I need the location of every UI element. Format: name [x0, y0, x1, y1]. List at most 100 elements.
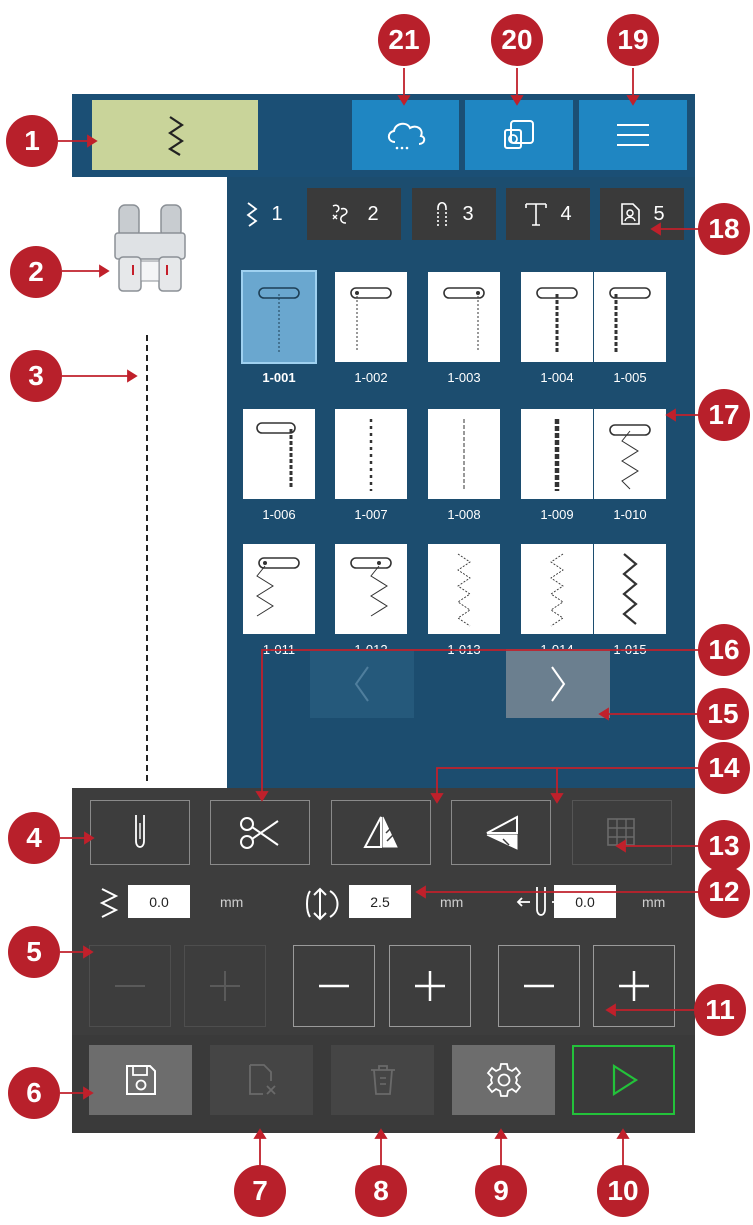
stitch-label: 1-002: [354, 370, 388, 385]
next-page-button[interactable]: [506, 649, 610, 718]
tab-5[interactable]: 5: [600, 188, 684, 240]
tab-1[interactable]: 1: [227, 188, 301, 240]
personal-stitch-icon: [621, 203, 641, 225]
width-decrease-button[interactable]: [89, 945, 171, 1027]
cloud-button[interactable]: [352, 100, 459, 170]
play-icon: [612, 1063, 638, 1097]
stitch-length-icon: [306, 887, 339, 921]
minus-icon: [524, 984, 554, 988]
stitch-pattern-icon: [536, 287, 578, 352]
top-bar: [72, 94, 695, 177]
floppy-disk-icon: [125, 1065, 156, 1095]
stitch-item-1-014[interactable]: [521, 544, 593, 634]
stitch-pattern-icon: [256, 422, 296, 489]
tab-2[interactable]: 2: [307, 188, 401, 240]
stitch-pattern-icon: [443, 287, 485, 352]
overlap-squares-icon: [504, 120, 534, 149]
quickhelp-button[interactable]: [465, 100, 573, 170]
position-increase-button[interactable]: [593, 945, 675, 1027]
length-increase-button[interactable]: [389, 945, 471, 1027]
menu-button[interactable]: [579, 100, 687, 170]
length-decrease-button[interactable]: [293, 945, 375, 1027]
stitch-selection-panel: 1 2 3 4 5 1-001 1-002 1-003 1-004 1-005 1-006…: [227, 177, 695, 788]
save-button[interactable]: [89, 1045, 192, 1115]
minus-icon: [319, 984, 349, 988]
stitch-pattern-icon: [622, 553, 638, 625]
stitch-controls: 0.0 mm 2.5 mm 0.0 mm: [72, 788, 695, 933]
stitch-item-1-008[interactable]: [428, 409, 500, 499]
grid-positioning-icon: [607, 817, 635, 846]
stitch-item-1-002[interactable]: [335, 272, 407, 362]
buttonhole-icon: [437, 201, 448, 226]
previous-page-button[interactable]: [310, 649, 414, 718]
chevron-left-icon: [354, 665, 369, 702]
clear-file-button[interactable]: [210, 1045, 313, 1115]
stitch-pattern-icon: [256, 557, 300, 617]
stitch-item-1-013[interactable]: [428, 544, 500, 634]
stitch-item-1-015[interactable]: [594, 544, 666, 634]
callout-12: 12: [698, 866, 750, 918]
stitch-item-1-007[interactable]: [335, 409, 407, 499]
stitch-pattern-icon: [369, 419, 373, 491]
stitch-label: 1-001: [262, 370, 296, 385]
stitch-positioning-button[interactable]: [572, 800, 672, 865]
stitch-item-1-010[interactable]: [594, 409, 666, 499]
minus-icon: [115, 985, 145, 987]
callout-5: 5: [8, 926, 60, 978]
callout-21: 21: [378, 14, 430, 66]
tab-label: 1: [271, 202, 283, 225]
mirror-side-icon: [363, 816, 398, 848]
stitch-item-1-005[interactable]: [594, 272, 666, 362]
stitch-pattern-icon: [350, 287, 392, 352]
thread-cut-button[interactable]: [210, 800, 310, 865]
stitch-item-1-009[interactable]: [521, 409, 593, 499]
start-stop-button[interactable]: [572, 1045, 675, 1115]
chevron-right-icon: [551, 665, 566, 702]
callout-13: 13: [698, 820, 750, 872]
position-decrease-button[interactable]: [498, 945, 580, 1027]
needle-position-value[interactable]: 0.0: [554, 885, 616, 918]
zigzag-stitch-icon: [246, 202, 258, 227]
stitch-width-value[interactable]: 0.0: [128, 885, 190, 918]
stitch-label: 1-005: [613, 370, 647, 385]
tab-label: 2: [367, 202, 379, 225]
callout-2: 2: [10, 246, 62, 298]
stitch-label: 1-009: [540, 507, 574, 522]
stitch-pattern-icon: [554, 419, 560, 491]
tab-3[interactable]: 3: [412, 188, 496, 240]
stitch-item-1-012[interactable]: [335, 544, 407, 634]
stitch-item-1-004[interactable]: [521, 272, 593, 362]
mirror-side-button[interactable]: [331, 800, 431, 865]
plus-icon: [619, 971, 649, 1001]
callout-9: 9: [475, 1165, 527, 1217]
stitch-pattern-icon: [463, 419, 465, 491]
stitch-preview-panel: [72, 177, 227, 788]
plus-icon: [210, 971, 240, 1001]
plus-icon: [415, 971, 445, 1001]
stitch-item-1-011[interactable]: [243, 544, 315, 634]
tab-4[interactable]: 4: [506, 188, 590, 240]
needle-icon: [135, 814, 145, 848]
callout-18: 18: [698, 203, 750, 255]
width-increase-button[interactable]: [184, 945, 266, 1027]
delete-button[interactable]: [331, 1045, 434, 1115]
stitch-pattern-icon: [457, 553, 471, 627]
stitch-item-1-006[interactable]: [243, 409, 315, 499]
clear-file-icon: [248, 1064, 276, 1095]
needle-stop-button[interactable]: [90, 800, 190, 865]
stitch-length-value[interactable]: 2.5: [349, 885, 411, 918]
stitch-length-unit: mm: [440, 894, 464, 910]
scissors-icon: [240, 816, 279, 849]
stitch-pattern-icon: [350, 557, 392, 617]
hamburger-menu-icon: [617, 124, 649, 146]
stitch-item-1-001[interactable]: [241, 270, 317, 364]
stitch-label: 1-007: [354, 507, 388, 522]
mirror-end-button[interactable]: [451, 800, 551, 865]
stitch-label: 1-003: [447, 370, 481, 385]
stitch-item-1-003[interactable]: [428, 272, 500, 362]
stitch-label: 1-010: [613, 507, 647, 522]
stitch-pattern-icon: [609, 287, 651, 352]
stitch-mode-button[interactable]: [92, 100, 258, 170]
callout-17: 17: [698, 389, 750, 441]
settings-button[interactable]: [452, 1045, 555, 1115]
